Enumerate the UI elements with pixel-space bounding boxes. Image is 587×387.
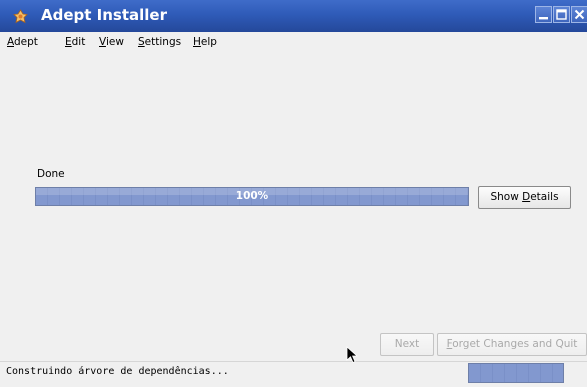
maximize-icon (556, 9, 567, 20)
close-icon (574, 9, 585, 20)
show-details-mnemonic: D (522, 191, 531, 203)
menu-bar: Adept Edit View Settings Help (0, 32, 587, 52)
minimize-icon (539, 17, 548, 20)
menu-help-mnemonic: H (193, 36, 201, 48)
menu-settings[interactable]: Settings (138, 36, 181, 48)
menu-view-label: iew (105, 36, 124, 48)
adept-installer-window: Adept Installer Adept Edit View Settings… (0, 0, 587, 387)
menu-settings-label: ettings (144, 36, 182, 48)
main-progress-bar: 100% (35, 187, 469, 206)
minimize-button[interactable] (535, 6, 552, 23)
status-bar-progress (468, 363, 564, 383)
status-bar: Construindo árvore de dependências... (0, 361, 587, 387)
menu-edit-mnemonic: E (65, 36, 72, 48)
menu-view-mnemonic: V (99, 36, 106, 48)
close-button[interactable] (571, 6, 587, 23)
window-title: Adept Installer (41, 6, 167, 24)
status-bar-text: Construindo árvore de dependências... (6, 366, 229, 377)
menu-adept-mnemonic: A (7, 36, 14, 48)
menu-edit-label: dit (71, 36, 86, 48)
main-progress-text: 100% (235, 190, 269, 202)
mouse-cursor-icon (346, 346, 359, 364)
status-bar-progress-fill (469, 364, 563, 382)
forget-changes-and-quit-button[interactable]: Forget Changes and Quit (437, 333, 587, 356)
menu-help[interactable]: Help (193, 36, 217, 48)
next-button[interactable]: Next (380, 333, 434, 356)
menu-edit[interactable]: Edit (65, 36, 85, 48)
show-details-button[interactable]: Show Details (478, 186, 571, 209)
show-details-label-start: Show (490, 191, 523, 203)
progress-status-label: Done (37, 168, 65, 180)
menu-adept[interactable]: Adept (7, 36, 38, 48)
title-bar[interactable]: Adept Installer (0, 0, 587, 32)
menu-adept-label: dept (14, 36, 38, 48)
show-details-label-end: etails (530, 191, 559, 203)
app-icon (13, 9, 28, 24)
maximize-button[interactable] (553, 6, 570, 23)
menu-settings-mnemonic: S (138, 36, 145, 48)
forget-button-label: orget Changes and Quit (452, 338, 578, 350)
menu-help-label: elp (200, 36, 217, 48)
menu-view[interactable]: View (99, 36, 124, 48)
